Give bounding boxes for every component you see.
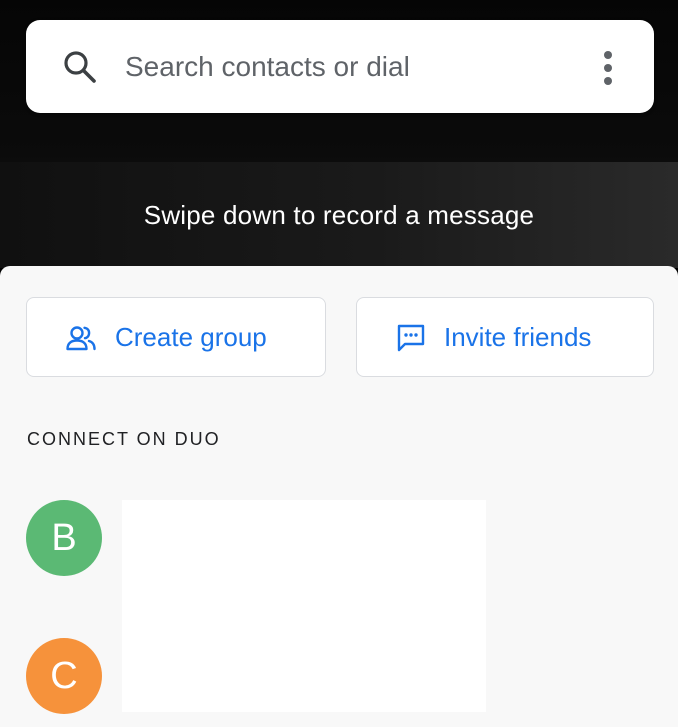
invite-friends-button[interactable]: Invite friends (356, 297, 654, 377)
swipe-hint: Swipe down to record a message (143, 200, 535, 230)
message-icon (397, 324, 425, 352)
invite-friends-label: Invite friends (444, 322, 592, 352)
group-icon (66, 326, 96, 351)
contact-avatar[interactable]: B (26, 500, 102, 576)
search-input[interactable] (125, 47, 545, 87)
more-vert-icon[interactable] (594, 48, 622, 88)
contact-avatar[interactable]: C (26, 638, 102, 714)
redacted-contact-names (122, 500, 486, 712)
section-title: CONNECT ON DUO (27, 429, 221, 449)
create-group-button[interactable]: Create group (26, 297, 326, 377)
search-icon (64, 51, 96, 83)
create-group-label: Create group (115, 322, 267, 352)
